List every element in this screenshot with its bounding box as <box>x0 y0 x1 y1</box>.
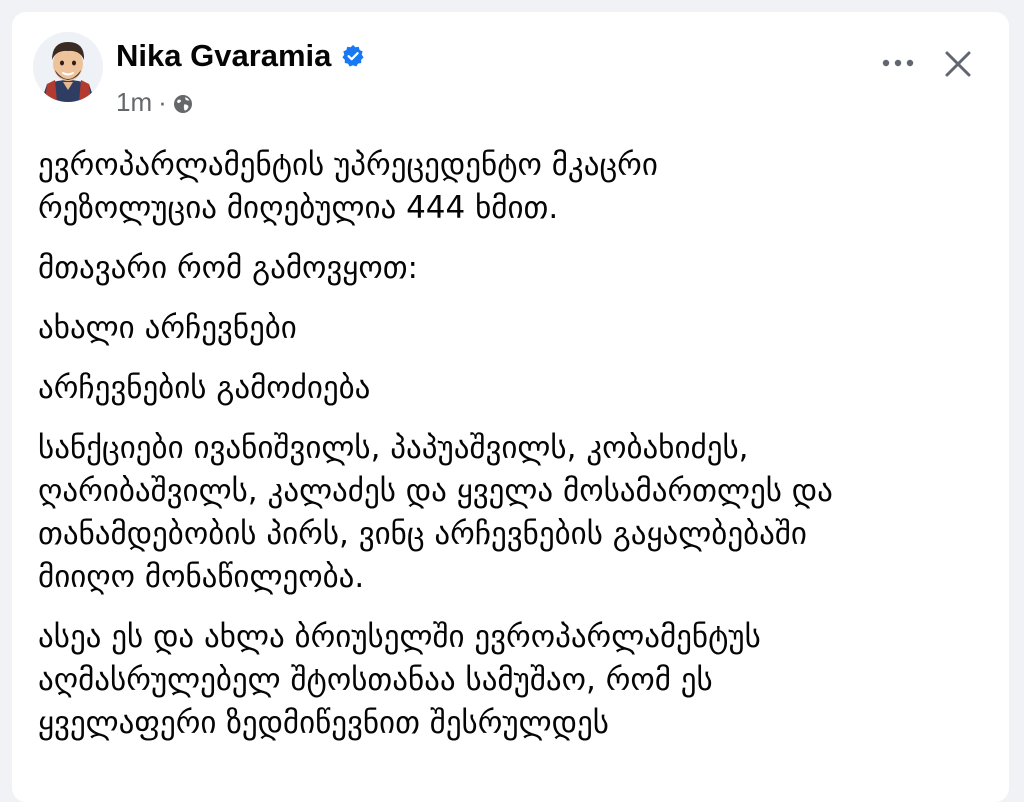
avatar-image <box>33 32 103 102</box>
text-line: მიიღო მონაწილეობა. <box>38 559 365 595</box>
author-name-text[interactable]: Nika Gvaramia <box>116 38 331 74</box>
more-options-icon <box>882 59 914 67</box>
close-icon <box>945 51 971 77</box>
post-card: Nika Gvaramia 1m · ევროპარლამენტის უპრეც… <box>12 12 1009 802</box>
paragraph-highlights-heading: მთავარი რომ გამოვყოთ: <box>38 247 978 290</box>
text-line: მთავარი რომ გამოვყოთ: <box>38 250 418 286</box>
text-line: სანქციები ივანიშვილს, პაპუაშვილს, კობახი… <box>38 430 749 466</box>
text-line: თანამდებობის პირს, ვინც არჩევნების გაყალ… <box>38 516 807 552</box>
post-time[interactable]: 1m <box>116 87 152 118</box>
post-meta: 1m · <box>116 87 193 118</box>
paragraph-sanctions: სანქციები ივანიშვილს, პაპუაშვილს, კობახი… <box>38 427 978 599</box>
verified-badge-icon <box>341 44 365 68</box>
author-name[interactable]: Nika Gvaramia <box>116 38 365 74</box>
author-avatar[interactable] <box>33 32 103 102</box>
post-text: ევროპარლამენტის უპრეცედენტო მკაცრი რეზოლ… <box>38 144 978 762</box>
text-line: აღმასრულებელ შტოსთანაა სამუშაო, რომ ეს <box>38 662 713 698</box>
more-options-button[interactable] <box>874 44 922 82</box>
meta-separator: · <box>158 87 167 117</box>
text-line: ახალი არჩევნები <box>38 310 297 346</box>
text-line: ღარიბაშვილს, კალაძეს და ყველა მოსამართლე… <box>38 473 833 509</box>
paragraph-new-elections: ახალი არჩევნები <box>38 307 978 350</box>
paragraph-resolution: ევროპარლამენტის უპრეცედენტო მკაცრი რეზოლ… <box>38 144 978 230</box>
text-line: ევროპარლამენტის უპრეცედენტო მკაცრი <box>38 147 658 183</box>
text-line: არჩევნების გამოძიება <box>38 370 371 406</box>
text-line: რეზოლუცია მიღებულია 444 ხმით. <box>38 190 559 226</box>
paragraph-election-investigation: არჩევნების გამოძიება <box>38 367 978 410</box>
globe-icon[interactable] <box>173 94 193 114</box>
paragraph-brussels: ასეა ეს და ახლა ბრიუსელში ევროპარლამენტუ… <box>38 616 978 745</box>
text-line: ასეა ეს და ახლა ბრიუსელში ევროპარლამენტუ… <box>38 619 761 655</box>
text-line: ყველაფერი ზედმიწევნით შესრულდეს <box>38 705 609 741</box>
close-button[interactable] <box>932 42 984 86</box>
